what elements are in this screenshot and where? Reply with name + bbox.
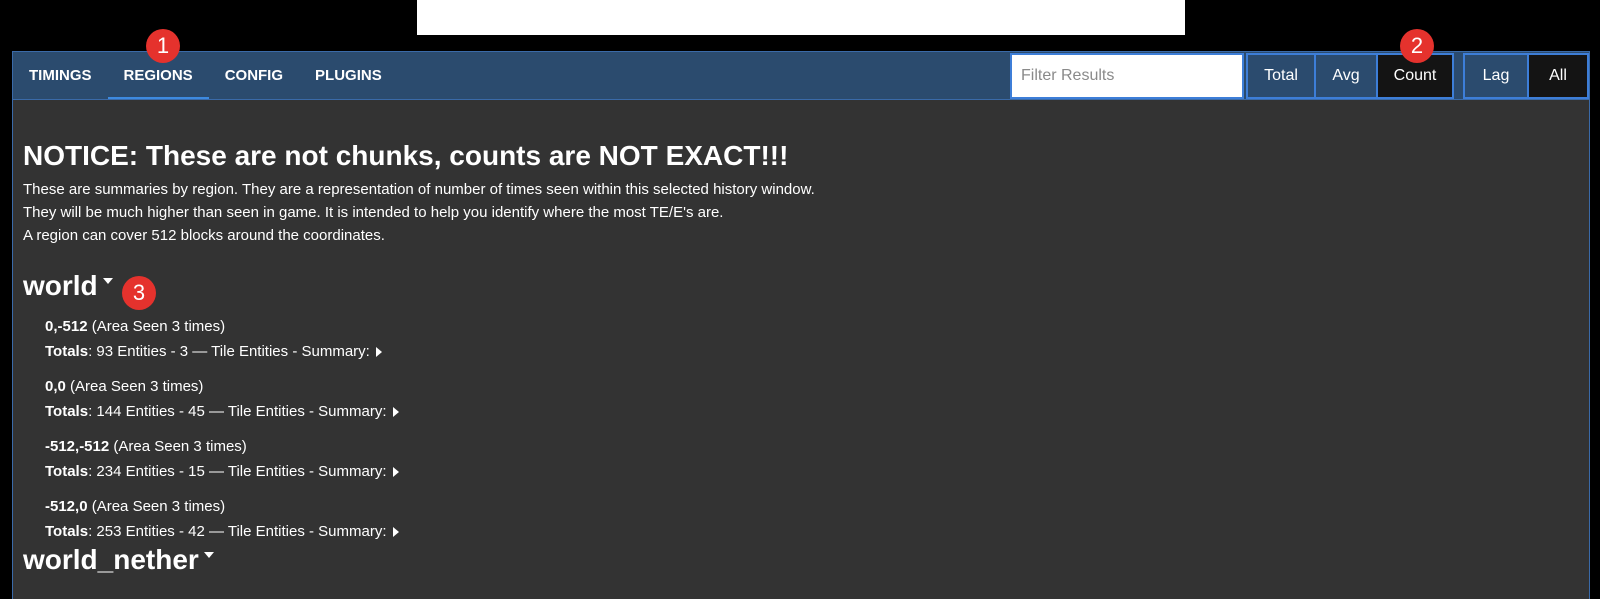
region-summary: : 93 Entities - 3 — Tile Entities - Summ…	[88, 343, 370, 360]
view-lag-button[interactable]: Lag	[1465, 55, 1527, 97]
region-coords: -512,0	[45, 498, 88, 515]
view-mode-group: Lag All	[1463, 53, 1589, 99]
region-entry: -512,-512 (Area Seen 3 times) Totals: 23…	[45, 434, 399, 484]
caret-down-icon[interactable]	[203, 552, 214, 558]
step-badge-2: 2	[1400, 29, 1434, 63]
world-heading: world_nether	[23, 544, 214, 576]
world-heading: world	[23, 270, 113, 302]
caret-down-icon[interactable]	[102, 278, 113, 284]
totals-label: Totals	[45, 463, 89, 480]
region-coords: 0,0	[45, 378, 66, 395]
notice-description: These are summaries by region. They are …	[23, 178, 815, 247]
tab-timings[interactable]: TIMINGS	[13, 52, 108, 99]
region-summary: : 234 Entities - 15 — Tile Entities - Su…	[88, 463, 387, 480]
notice-line: A region can cover 512 blocks around the…	[23, 227, 385, 244]
region-coords: -512,-512	[45, 438, 110, 455]
filter-results-input[interactable]	[1010, 53, 1244, 99]
notice-line: These are summaries by region. They are …	[23, 181, 815, 198]
view-all-button[interactable]: All	[1527, 55, 1587, 97]
region-entry: 0,-512 (Area Seen 3 times) Totals: 93 En…	[45, 314, 382, 364]
totals-label: Totals	[45, 523, 89, 540]
caret-right-icon[interactable]	[392, 467, 399, 478]
notice-line: They will be much higher than seen in ga…	[23, 204, 724, 221]
tab-plugins[interactable]: PLUGINS	[299, 52, 398, 99]
totals-label: Totals	[45, 403, 89, 420]
region-coords: 0,-512	[45, 318, 88, 335]
region-summary: : 253 Entities - 42 — Tile Entities - Su…	[88, 523, 387, 540]
region-seen: (Area Seen 3 times)	[70, 378, 204, 395]
caret-right-icon[interactable]	[375, 347, 382, 358]
region-seen: (Area Seen 3 times)	[91, 498, 226, 515]
regions-content: NOTICE: These are not chunks, counts are…	[12, 100, 1590, 599]
region-entry: 0,0 (Area Seen 3 times) Totals: 144 Enti…	[45, 374, 399, 424]
region-entry: -512,0 (Area Seen 3 times) Totals: 253 E…	[45, 494, 399, 544]
region-seen: (Area Seen 3 times)	[91, 318, 226, 335]
caret-right-icon[interactable]	[392, 407, 399, 418]
region-seen: (Area Seen 3 times)	[113, 438, 247, 455]
notice-heading: NOTICE: These are not chunks, counts are…	[23, 140, 789, 171]
step-badge-3: 3	[122, 276, 156, 310]
region-summary: : 144 Entities - 45 — Tile Entities - Su…	[88, 403, 387, 420]
step-badge-1: 1	[146, 29, 180, 63]
top-white-bar	[417, 0, 1185, 35]
navigation-bar: TIMINGS REGIONS CONFIG PLUGINS Total Avg…	[12, 51, 1590, 100]
totals-label: Totals	[45, 343, 89, 360]
nav-tabs: TIMINGS REGIONS CONFIG PLUGINS	[13, 52, 398, 99]
sort-total-button[interactable]: Total	[1248, 55, 1314, 97]
sort-avg-button[interactable]: Avg	[1314, 55, 1376, 97]
world-name: world	[23, 270, 98, 301]
tab-config[interactable]: CONFIG	[209, 52, 299, 99]
caret-right-icon[interactable]	[392, 527, 399, 538]
world-name: world_nether	[23, 544, 199, 575]
